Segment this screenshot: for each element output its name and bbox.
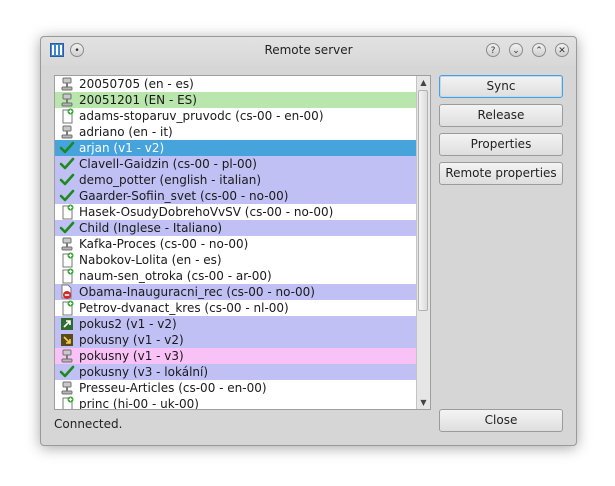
list-item-label: arjan (v1 - v2) bbox=[79, 141, 165, 155]
server-icon bbox=[59, 348, 75, 364]
status-text: Connected. bbox=[54, 417, 123, 431]
list-item[interactable]: 20050705 (en - es) bbox=[55, 76, 417, 92]
list-item[interactable]: pokusny (v3 - lokální) bbox=[55, 364, 417, 380]
check-icon bbox=[59, 156, 75, 172]
list-item-label: adriano (en - it) bbox=[79, 125, 173, 139]
scrollbar-thumb[interactable] bbox=[418, 90, 428, 311]
download-icon bbox=[59, 332, 75, 348]
list-item[interactable]: adriano (en - it) bbox=[55, 124, 417, 140]
list-item-label: Kafka-Proces (cs-00 - no-00) bbox=[79, 237, 249, 251]
list-item[interactable]: Gaarder-Sofiin_svet (cs-00 - no-00) bbox=[55, 188, 417, 204]
server-icon bbox=[59, 124, 75, 140]
server-icon bbox=[59, 76, 75, 92]
list-item-label: Hasek-OsudyDobrehoVvSV (cs-00 - no-00) bbox=[79, 205, 334, 219]
list-item[interactable]: demo_potter (english - italian) bbox=[55, 172, 417, 188]
release-button[interactable]: Release bbox=[439, 104, 563, 127]
list-item[interactable]: Kafka-Proces (cs-00 - no-00) bbox=[55, 236, 417, 252]
list-item-label: princ (hi-00 - uk-00) bbox=[79, 397, 199, 410]
list-item[interactable]: pokus2 (v1 - v2) bbox=[55, 316, 417, 332]
remote-server-dialog: • Remote server ? ⌄ ⌃ ✕ 20050705 (en - e… bbox=[40, 36, 577, 446]
list-item[interactable]: Child (Inglese - Italiano) bbox=[55, 220, 417, 236]
list-item-label: Child (Inglese - Italiano) bbox=[79, 221, 223, 235]
upload-icon bbox=[59, 316, 75, 332]
check-icon bbox=[59, 220, 75, 236]
title-bar[interactable]: • Remote server ? ⌄ ⌃ ✕ bbox=[41, 37, 576, 65]
project-list-rows: 20050705 (en - es) 20051201 (EN - ES) adam… bbox=[55, 76, 417, 410]
check-icon bbox=[59, 364, 75, 380]
list-item-label: naum-sen_otroka (cs-00 - ar-00) bbox=[79, 269, 272, 283]
new-document-icon bbox=[59, 396, 75, 409]
check-icon bbox=[59, 188, 75, 204]
list-item-label: adams-stoparuv_pruvodc (cs-00 - en-00) bbox=[79, 109, 324, 123]
scroll-up-arrow-icon[interactable]: ▲ bbox=[417, 76, 430, 89]
new-document-icon bbox=[59, 300, 75, 316]
list-item-label: Petrov-dvanact_kres (cs-00 - nl-00) bbox=[79, 301, 289, 315]
sync-button[interactable]: Sync bbox=[439, 75, 563, 98]
list-item[interactable]: pokusny (v1 - v3) bbox=[55, 348, 417, 364]
list-item[interactable]: Petrov-dvanact_kres (cs-00 - nl-00) bbox=[55, 300, 417, 316]
list-item[interactable]: arjan (v1 - v2) bbox=[55, 140, 417, 156]
server-icon bbox=[59, 380, 75, 396]
close-icon[interactable]: ✕ bbox=[555, 43, 569, 57]
list-item-label: Obama-Inauguracni_rec (cs-00 - no-00) bbox=[79, 285, 315, 299]
project-list[interactable]: 20050705 (en - es) 20051201 (EN - ES) adam… bbox=[54, 75, 431, 410]
list-item-label: pokusny (v3 - lokální) bbox=[79, 365, 209, 379]
check-icon bbox=[59, 140, 75, 156]
check-icon bbox=[59, 172, 75, 188]
properties-button[interactable]: Properties bbox=[439, 133, 563, 156]
new-document-icon bbox=[59, 252, 75, 268]
list-item-label: pokus2 (v1 - v2) bbox=[79, 317, 177, 331]
maximize-icon[interactable]: ⌃ bbox=[532, 43, 546, 57]
remote-properties-button[interactable]: Remote properties bbox=[439, 162, 563, 185]
list-item[interactable]: Presseu-Articles (cs-00 - en-00) bbox=[55, 380, 417, 396]
server-icon bbox=[59, 92, 75, 108]
minimize-icon[interactable]: ⌄ bbox=[509, 43, 523, 57]
list-item[interactable]: Obama-Inauguracni_rec (cs-00 - no-00) bbox=[55, 284, 417, 300]
list-item-label: pokusny (v1 - v3) bbox=[79, 349, 184, 363]
scroll-down-arrow-icon[interactable]: ▼ bbox=[417, 396, 430, 409]
list-item[interactable]: Hasek-OsudyDobrehoVvSV (cs-00 - no-00) bbox=[55, 204, 417, 220]
list-item-label: Nabokov-Lolita (en - es) bbox=[79, 253, 222, 267]
list-item[interactable]: Nabokov-Lolita (en - es) bbox=[55, 252, 417, 268]
list-item[interactable]: Clavell-Gaidzin (cs-00 - pl-00) bbox=[55, 156, 417, 172]
list-item[interactable]: naum-sen_otroka (cs-00 - ar-00) bbox=[55, 268, 417, 284]
list-item[interactable]: pokusny (v1 - v2) bbox=[55, 332, 417, 348]
new-document-icon bbox=[59, 204, 75, 220]
scrollbar[interactable]: ▲ ▼ bbox=[416, 76, 430, 409]
list-item-label: Clavell-Gaidzin (cs-00 - pl-00) bbox=[79, 157, 257, 171]
list-item-label: 20050705 (en - es) bbox=[79, 77, 194, 91]
server-icon bbox=[59, 236, 75, 252]
close-button[interactable]: Close bbox=[439, 409, 563, 432]
list-item[interactable]: princ (hi-00 - uk-00) bbox=[55, 396, 417, 410]
list-item-label: demo_potter (english - italian) bbox=[79, 173, 262, 187]
list-item-label: Gaarder-Sofiin_svet (cs-00 - no-00) bbox=[79, 189, 289, 203]
list-item-label: Presseu-Articles (cs-00 - en-00) bbox=[79, 381, 267, 395]
list-item[interactable]: 20051201 (EN - ES) bbox=[55, 92, 417, 108]
list-item-label: pokusny (v1 - v2) bbox=[79, 333, 184, 347]
help-icon[interactable]: ? bbox=[486, 43, 500, 57]
new-document-icon bbox=[59, 108, 75, 124]
list-item[interactable]: adams-stoparuv_pruvodc (cs-00 - en-00) bbox=[55, 108, 417, 124]
list-item-label: 20051201 (EN - ES) bbox=[79, 93, 197, 107]
error-document-icon bbox=[59, 284, 75, 300]
new-document-icon bbox=[59, 268, 75, 284]
